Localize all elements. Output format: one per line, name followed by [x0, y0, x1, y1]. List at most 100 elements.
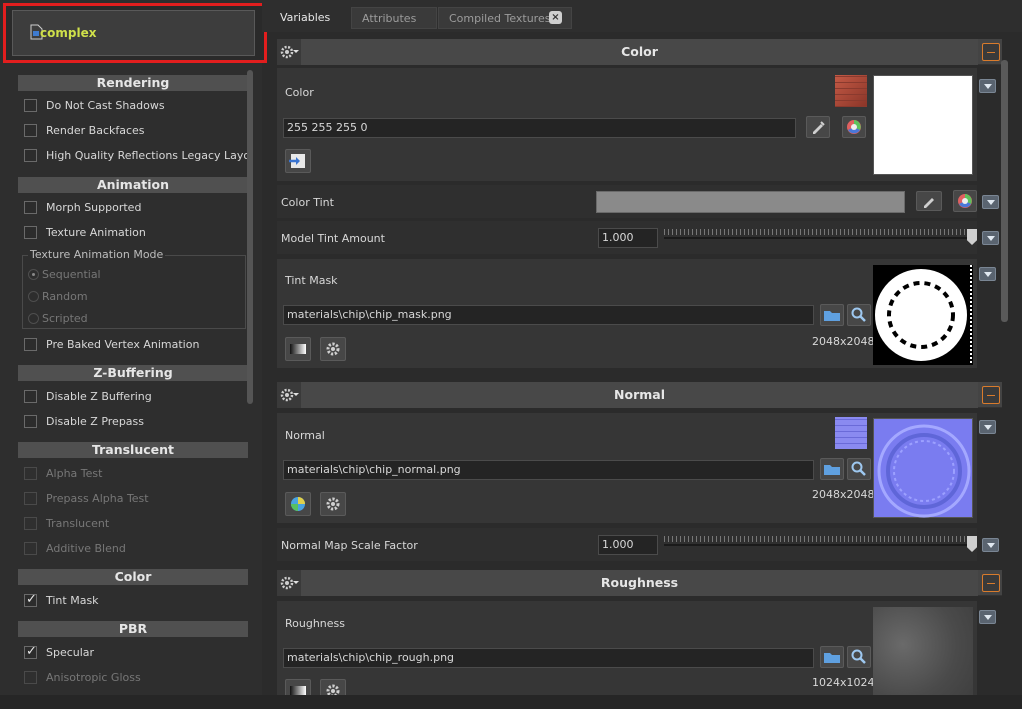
roughness-path-field[interactable]: materials\chip\chip_rough.png — [283, 648, 814, 668]
section-gear-icon[interactable] — [277, 39, 301, 65]
section-color: Color — [18, 569, 248, 585]
normal-section-title: Normal — [301, 382, 978, 408]
checkbox-label: Translucent — [46, 517, 110, 530]
checkbox-specular[interactable]: ✓ Specular — [18, 644, 248, 664]
chevron-down-icon[interactable] — [979, 79, 996, 93]
radio-sequential[interactable]: Sequential — [28, 266, 228, 284]
search-texture-button[interactable] — [847, 304, 871, 326]
folder-open-button[interactable] — [820, 304, 844, 326]
normal-small-thumbnail[interactable] — [835, 417, 867, 449]
options-scrollbar[interactable] — [247, 70, 253, 404]
normal-scale-row: Normal Map Scale Factor 1.000 — [277, 528, 977, 561]
gear-icon[interactable] — [320, 492, 346, 516]
normal-tool-button[interactable] — [285, 492, 311, 516]
tab-variables[interactable]: Variables — [270, 7, 340, 29]
collapse-icon[interactable] — [982, 574, 1000, 592]
tint-mask-panel: Tint Mask materials\chip\chip_mask.png 2… — [277, 259, 977, 368]
checkbox-translucent[interactable]: Translucent — [18, 515, 248, 535]
checkbox-pre-baked-vertex-animation[interactable]: Pre Baked Vertex Animation — [18, 336, 248, 356]
chevron-down-icon[interactable] — [982, 231, 999, 245]
gear-icon[interactable] — [320, 679, 346, 695]
checkbox-render-backfaces[interactable]: Render Backfaces — [18, 122, 248, 142]
radio-label: Scripted — [42, 312, 88, 325]
tint-mask-path-field[interactable]: materials\chip\chip_mask.png — [283, 305, 814, 325]
checkbox-alpha-test[interactable]: Alpha Test — [18, 465, 248, 485]
checkbox-morph-supported[interactable]: Morph Supported — [18, 199, 248, 219]
checkbox-label: Do Not Cast Shadows — [46, 99, 165, 112]
search-texture-button[interactable] — [847, 646, 871, 668]
normal-scale-slider[interactable] — [664, 534, 977, 556]
checkbox-label: Tint Mask — [46, 594, 99, 607]
eyedropper-button[interactable] — [806, 116, 830, 138]
material-name[interactable]: complex — [40, 26, 96, 40]
tab-attributes[interactable]: Attributes — [351, 7, 437, 29]
model-tint-row: Model Tint Amount 1.000 — [277, 221, 977, 254]
brick-texture-thumbnail[interactable] — [835, 75, 867, 107]
section-gear-icon[interactable] — [277, 570, 301, 596]
normal-property-panel: Normal materials\chip\chip_normal.png 20… — [277, 413, 977, 523]
color-wheel-button[interactable] — [842, 116, 866, 138]
checkbox-anisotropic-gloss[interactable]: Anisotropic Gloss — [18, 669, 248, 689]
options-list: Rendering Do Not Cast Shadows Render Bac… — [18, 70, 250, 695]
search-texture-button[interactable] — [847, 458, 871, 480]
folder-open-button[interactable] — [820, 646, 844, 668]
material-options-panel: complex Rendering Do Not Cast Shadows Re… — [0, 0, 267, 709]
slider-knob[interactable] — [967, 536, 977, 552]
checkbox-additive-blend[interactable]: Additive Blend — [18, 540, 248, 560]
color-section-header: Color — [277, 39, 1002, 65]
color-section-title: Color — [301, 39, 978, 65]
chevron-down-icon[interactable] — [979, 610, 996, 624]
chevron-down-icon[interactable] — [979, 420, 996, 434]
roughness-property-panel: Roughness materials\chip\chip_rough.png … — [277, 601, 977, 695]
checkbox-label: Disable Z Prepass — [46, 415, 145, 428]
normal-label: Normal — [285, 429, 325, 442]
radio-scripted[interactable]: Scripted — [28, 310, 228, 328]
gear-icon[interactable] — [320, 337, 346, 361]
tint-mask-thumbnail[interactable] — [873, 265, 973, 365]
chevron-down-icon[interactable] — [982, 538, 999, 552]
checkbox-disable-z-prepass[interactable]: Disable Z Prepass — [18, 413, 248, 433]
checkbox-texture-animation[interactable]: Texture Animation — [18, 224, 248, 244]
radio-random[interactable]: Random — [28, 288, 228, 306]
normal-scale-value[interactable]: 1.000 — [598, 535, 658, 555]
model-tint-value[interactable]: 1.000 — [598, 228, 658, 248]
eyedropper-button[interactable] — [916, 191, 942, 211]
checkbox-label: Additive Blend — [46, 542, 126, 555]
gradient-button[interactable] — [285, 679, 311, 695]
model-tint-label: Model Tint Amount — [281, 232, 385, 245]
gradient-button[interactable] — [285, 337, 311, 361]
color-tint-swatch[interactable] — [596, 191, 905, 213]
color-value-field[interactable]: 255 255 255 0 — [283, 118, 796, 138]
import-texture-button[interactable] — [285, 149, 311, 173]
color-tint-label: Color Tint — [281, 196, 334, 209]
folder-open-button[interactable] — [820, 458, 844, 480]
checkbox-tint-mask[interactable]: ✓ Tint Mask — [18, 592, 248, 612]
checkbox-high-quality-reflections[interactable]: High Quality Reflections Legacy Layout — [18, 147, 250, 167]
checkmark-icon: ✓ — [26, 644, 37, 659]
normal-path-field[interactable]: materials\chip\chip_normal.png — [283, 460, 814, 480]
normal-resolution: 2048x2048 — [812, 488, 875, 501]
chevron-down-icon[interactable] — [982, 195, 999, 209]
roughness-thumbnail[interactable] — [873, 607, 973, 695]
close-tab-icon[interactable]: × — [549, 11, 562, 24]
color-label: Color — [285, 86, 314, 99]
tab-bar: Variables Attributes Compiled Textures × — [262, 0, 1022, 32]
collapse-icon[interactable] — [982, 386, 1000, 404]
slider-knob[interactable] — [967, 229, 977, 245]
tint-mask-resolution: 2048x2048 — [812, 335, 875, 348]
roughness-resolution: 1024x1024 — [812, 676, 875, 689]
model-tint-slider[interactable] — [664, 227, 977, 249]
checkbox-disable-z-buffering[interactable]: Disable Z Buffering — [18, 388, 248, 408]
normal-thumbnail[interactable] — [873, 418, 973, 518]
chevron-down-icon[interactable] — [979, 267, 996, 281]
color-tint-row: Color Tint — [277, 185, 977, 218]
variables-scrollbar[interactable] — [1001, 60, 1008, 322]
checkbox-label: Texture Animation — [46, 226, 146, 239]
checkbox-prepass-alpha-test[interactable]: Prepass Alpha Test — [18, 490, 248, 510]
checkbox-do-not-cast-shadows[interactable]: Do Not Cast Shadows — [18, 97, 248, 117]
color-wheel-button[interactable] — [953, 190, 977, 212]
section-pbr: PBR — [18, 621, 248, 637]
collapse-icon[interactable] — [982, 43, 1000, 61]
color-preview-swatch[interactable] — [873, 75, 973, 175]
section-gear-icon[interactable] — [277, 382, 301, 408]
